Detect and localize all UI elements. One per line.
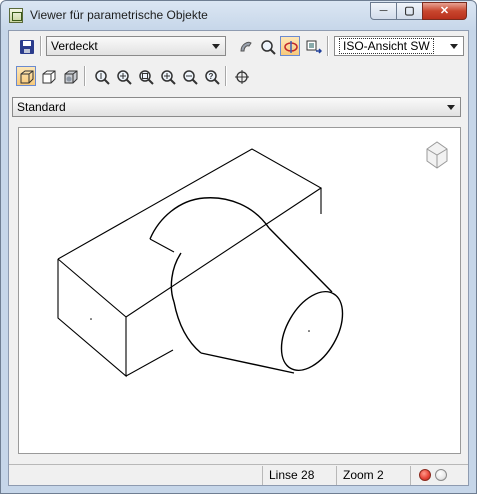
drawing-viewport[interactable] xyxy=(18,127,461,454)
zoom-button[interactable] xyxy=(257,36,277,56)
style-value: Standard xyxy=(17,100,66,114)
zoom-window-icon xyxy=(139,70,154,85)
cone-wireframe xyxy=(149,197,344,374)
client-area: Verdeckt ISO-Ansicht SW ? Standard Linse… xyxy=(8,30,469,486)
visual-style-realistic-button[interactable] xyxy=(60,66,80,86)
zoom-realtime-icon xyxy=(95,70,110,85)
zoom-icon xyxy=(261,40,276,55)
zoom-in-button[interactable] xyxy=(113,66,133,86)
display-mode-dropdown[interactable]: Verdeckt xyxy=(46,36,226,56)
window-title: Viewer für parametrische Objekte xyxy=(30,8,208,22)
status-zoom: Zoom 2 xyxy=(336,466,408,485)
separator xyxy=(84,66,86,86)
orbit-button[interactable] xyxy=(280,36,300,56)
separator xyxy=(327,36,329,56)
display-mode-value: Verdeckt xyxy=(51,39,98,53)
zoom-window-button[interactable] xyxy=(135,66,155,86)
viewer-window: Viewer für parametrische Objekte ─ ▢ ✕ V… xyxy=(0,0,477,494)
save-button[interactable] xyxy=(16,36,36,56)
chevron-down-icon xyxy=(447,105,455,110)
toolbar-top: Verdeckt ISO-Ansicht SW xyxy=(9,36,468,58)
zoom-previous-button[interactable]: ? xyxy=(201,66,221,86)
insert-view-icon xyxy=(306,40,322,54)
view-value: ISO-Ansicht SW xyxy=(339,38,434,54)
save-icon xyxy=(20,40,34,54)
insert-view-button[interactable] xyxy=(303,36,323,56)
minimize-button[interactable]: ─ xyxy=(370,2,397,20)
status-indicator-icon[interactable] xyxy=(435,469,447,481)
viewcube-icon xyxy=(426,141,448,169)
model-drawing xyxy=(57,141,448,378)
style-dropdown[interactable]: Standard xyxy=(12,97,461,117)
title-bar[interactable]: Viewer für parametrische Objekte ─ ▢ ✕ xyxy=(1,1,476,30)
locate-button[interactable] xyxy=(231,66,251,86)
separator xyxy=(40,36,42,56)
visual-style-wireframe-button[interactable] xyxy=(16,66,36,86)
status-bar: Linse 28 Zoom 2 xyxy=(9,464,468,486)
zoom-realtime-button[interactable] xyxy=(91,66,111,86)
visual-style-hidden-icon xyxy=(42,70,56,84)
zoom-extents-button[interactable] xyxy=(157,66,177,86)
zoom-extents-icon xyxy=(161,70,176,85)
svg-text:?: ? xyxy=(209,72,214,81)
chevron-down-icon xyxy=(450,44,458,49)
visual-style-realistic-icon xyxy=(64,70,78,84)
chevron-down-icon xyxy=(212,44,220,49)
zoom-previous-icon: ? xyxy=(205,70,220,85)
app-icon xyxy=(9,8,23,23)
visual-style-wireframe-icon xyxy=(20,70,34,84)
toolbar-bottom: ? xyxy=(9,66,468,88)
view-dropdown[interactable]: ISO-Ansicht SW xyxy=(334,36,464,56)
zoom-in-icon xyxy=(117,70,132,85)
separator xyxy=(225,66,227,86)
shade-button[interactable] xyxy=(235,36,255,56)
zoom-out-button[interactable] xyxy=(179,66,199,86)
zoom-out-icon xyxy=(183,70,198,85)
shade-icon xyxy=(240,41,252,52)
status-divider xyxy=(410,466,411,485)
status-linse: Linse 28 xyxy=(262,466,334,485)
visual-style-hidden-button[interactable] xyxy=(38,66,58,86)
record-indicator-icon[interactable] xyxy=(419,469,431,481)
locate-icon xyxy=(235,70,249,84)
close-button[interactable]: ✕ xyxy=(422,2,467,20)
maximize-button[interactable]: ▢ xyxy=(396,2,423,20)
orbit-icon xyxy=(284,41,298,53)
